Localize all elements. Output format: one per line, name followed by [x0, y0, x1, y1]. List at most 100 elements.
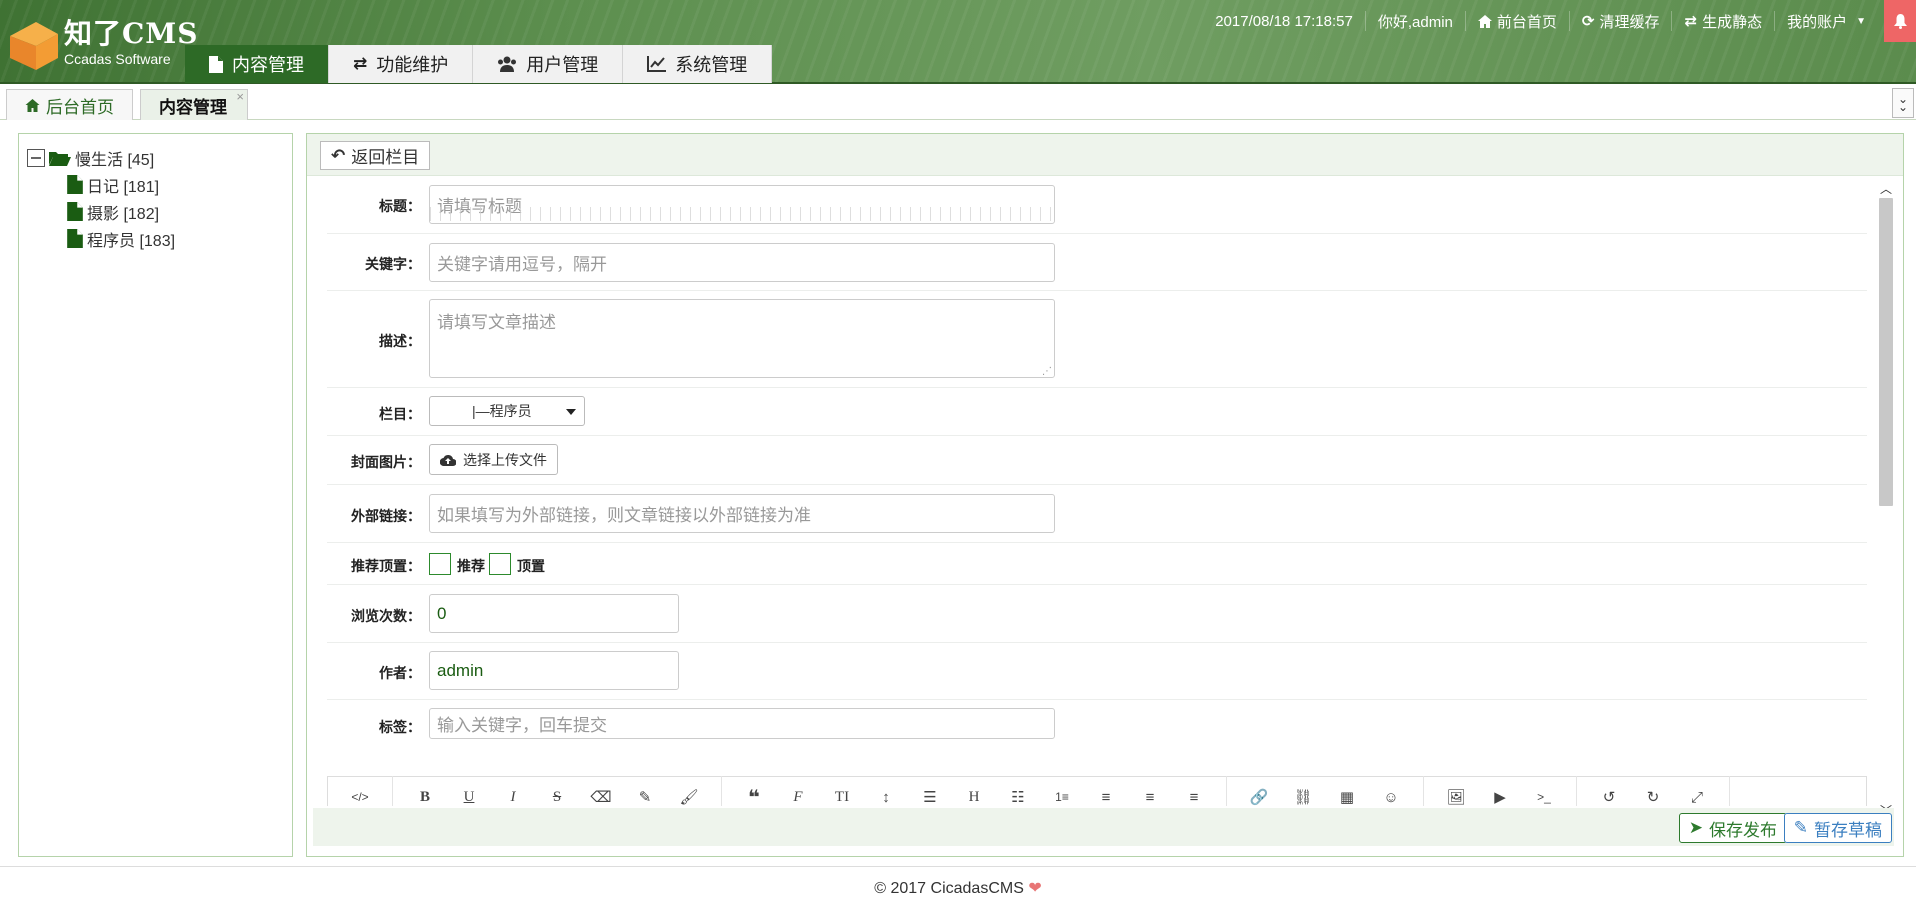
heading-icon[interactable]: H: [952, 782, 996, 806]
nav-user-management[interactable]: 用户管理: [473, 45, 624, 83]
exchange-icon: ⇄: [1684, 13, 1698, 30]
nav-system-management[interactable]: 系统管理: [623, 45, 773, 83]
scroll-up-icon[interactable]: ︿: [1877, 180, 1895, 196]
collapse-icon[interactable]: [27, 148, 45, 167]
nav-label: 内容管理: [232, 55, 304, 75]
tab-content-management[interactable]: 内容管理 ×: [140, 89, 248, 120]
send-icon: ➤: [1688, 818, 1703, 837]
nav-content-management[interactable]: 内容管理: [185, 45, 329, 83]
tab-admin-home[interactable]: 后台首页: [6, 89, 133, 120]
caret-down-icon: [566, 409, 576, 415]
form-row-title: 标题： 请填写标题: [327, 176, 1867, 234]
author-input[interactable]: admin: [429, 651, 679, 690]
tree-node-label: 程序员 [183]: [87, 232, 176, 250]
font-size-icon[interactable]: TI: [820, 782, 864, 806]
underline-icon[interactable]: U: [447, 782, 491, 806]
resize-handle-icon[interactable]: ⋰: [1042, 366, 1052, 377]
clear-cache-link[interactable]: ⟳ 清理缓存: [1568, 11, 1672, 31]
unordered-list-icon[interactable]: ☷: [996, 782, 1040, 806]
indent-icon[interactable]: ☰: [908, 782, 952, 806]
upload-file-button[interactable]: 选择上传文件: [429, 444, 558, 475]
tree-node-photography[interactable]: 摄影 [182]: [67, 198, 292, 225]
article-form: 标题： 请填写标题 关键字： 关键字请用逗号，隔开 描述： 请填写文章描述 ⋰ …: [313, 176, 1880, 806]
eraser-icon[interactable]: ⌫: [579, 782, 623, 806]
my-account-dropdown[interactable]: 我的账户 ▼: [1774, 11, 1878, 31]
nav-label: 用户管理: [526, 55, 599, 75]
terminal-icon[interactable]: >_: [1522, 782, 1566, 806]
nav-function-maintenance[interactable]: ⇄ 功能维护: [329, 45, 474, 83]
description-textarea[interactable]: 请填写文章描述 ⋰: [429, 299, 1055, 378]
tree-node-diary[interactable]: 日记 [181]: [67, 171, 292, 198]
description-label: 描述：: [379, 333, 421, 349]
top-header: 知了CMS Ccadas Software 内容管理 ⇄ 功能维护 用户管理 系…: [0, 0, 1916, 84]
redo-icon[interactable]: ↻: [1631, 782, 1675, 806]
front-home-link[interactable]: 前台首页: [1464, 11, 1569, 31]
save-publish-button[interactable]: ➤ 保存发布: [1678, 813, 1787, 843]
author-value: admin: [437, 660, 484, 680]
caret-down-icon: ▼: [1856, 15, 1866, 27]
emoji-icon[interactable]: ☺: [1369, 782, 1413, 806]
video-icon[interactable]: ▶: [1478, 782, 1522, 806]
form-row-description: 描述： 请填写文章描述 ⋰: [327, 291, 1867, 388]
bell-icon: [1893, 13, 1907, 29]
draft-label: 暂存草稿: [1814, 820, 1882, 840]
font-icon[interactable]: F: [776, 782, 820, 806]
link-icon[interactable]: 🔗: [1237, 782, 1281, 806]
image-icon[interactable]: 🖼: [1434, 782, 1478, 806]
align-left-icon[interactable]: ≡: [1084, 782, 1128, 806]
generate-static-link[interactable]: ⇄ 生成静态: [1671, 11, 1774, 31]
tags-placeholder: 输入关键字，回车提交: [437, 716, 607, 735]
align-right-icon[interactable]: ≡: [1172, 782, 1216, 806]
align-center-icon[interactable]: ≡: [1128, 782, 1172, 806]
views-label: 浏览次数：: [351, 608, 421, 624]
external-link-input[interactable]: 如果填写为外部链接，则文章链接以外部链接为准: [429, 494, 1055, 533]
footer: © 2017 CicadasCMS ❤: [0, 866, 1916, 898]
cloud-upload-icon: [440, 454, 456, 466]
editor-toolbar: </> B U I S ⌫ ✎ 🖌 ❝ F TI ↕ ☰ H ☷ 1≡ ≡ ≡ …: [327, 776, 1867, 806]
line-height-icon[interactable]: ↕: [864, 782, 908, 806]
tab-label: 后台首页: [46, 97, 114, 117]
tree-node-programmer[interactable]: 程序员 [183]: [67, 225, 292, 252]
close-icon[interactable]: ×: [236, 89, 244, 104]
keywords-input[interactable]: 关键字请用逗号，隔开: [429, 243, 1055, 282]
fullscreen-icon[interactable]: ⤢: [1675, 782, 1719, 806]
unlink-icon[interactable]: ⛓: [1281, 782, 1325, 806]
tags-input[interactable]: 输入关键字，回车提交: [429, 708, 1055, 739]
views-input[interactable]: 0: [429, 594, 679, 633]
tree-node-root[interactable]: 慢生活 [45]: [27, 144, 292, 171]
top-checkbox[interactable]: [489, 553, 511, 575]
refresh-icon: ⟳: [1581, 13, 1595, 30]
category-value: |—程序员: [472, 403, 532, 419]
italic-icon[interactable]: I: [491, 782, 535, 806]
category-select[interactable]: |—程序员: [429, 396, 585, 426]
form-row-tags: 标签： 输入关键字，回车提交: [327, 700, 1867, 750]
form-row-external-link: 外部链接： 如果填写为外部链接，则文章链接以外部链接为准: [327, 485, 1867, 543]
tab-menu-button[interactable]: ⌄ ⌄: [1892, 88, 1914, 118]
recommend-checkbox[interactable]: [429, 553, 451, 575]
ordered-list-icon[interactable]: 1≡: [1040, 782, 1084, 806]
code-icon[interactable]: </>: [338, 782, 382, 806]
keywords-label: 关键字：: [365, 256, 421, 272]
vertical-scrollbar[interactable]: ︿ ﹀: [1877, 176, 1895, 818]
category-label: 栏目：: [379, 406, 421, 422]
form-row-views: 浏览次数： 0: [327, 585, 1867, 643]
form-row-recommend-top: 推荐顶置： 推荐 顶置: [327, 543, 1867, 585]
file-icon: [67, 202, 83, 221]
save-draft-button[interactable]: ✎ 暂存草稿: [1783, 813, 1892, 843]
header-greeting: 你好,admin: [1364, 11, 1465, 31]
scroll-thumb[interactable]: [1879, 198, 1893, 506]
nav-label: 功能维护: [376, 55, 449, 75]
back-to-category-button[interactable]: ↶ 返回栏目: [320, 141, 431, 170]
toolbar-group-paragraph: ❝ F TI ↕ ☰ H ☷ 1≡ ≡ ≡ ≡: [722, 776, 1227, 806]
main-nav: 内容管理 ⇄ 功能维护 用户管理 系统管理: [185, 45, 773, 83]
pencil-icon[interactable]: ✎: [623, 782, 667, 806]
undo-icon[interactable]: ↺: [1587, 782, 1631, 806]
header-datetime: 2017/08/18 17:18:57: [1215, 12, 1353, 30]
title-input[interactable]: 请填写标题: [429, 185, 1055, 224]
strikethrough-icon[interactable]: S: [535, 782, 579, 806]
bold-icon[interactable]: B: [403, 782, 447, 806]
quote-icon[interactable]: ❝: [732, 782, 776, 807]
table-icon[interactable]: ▦: [1325, 782, 1369, 806]
notification-button[interactable]: [1884, 0, 1916, 42]
brush-icon[interactable]: 🖌: [667, 782, 711, 806]
